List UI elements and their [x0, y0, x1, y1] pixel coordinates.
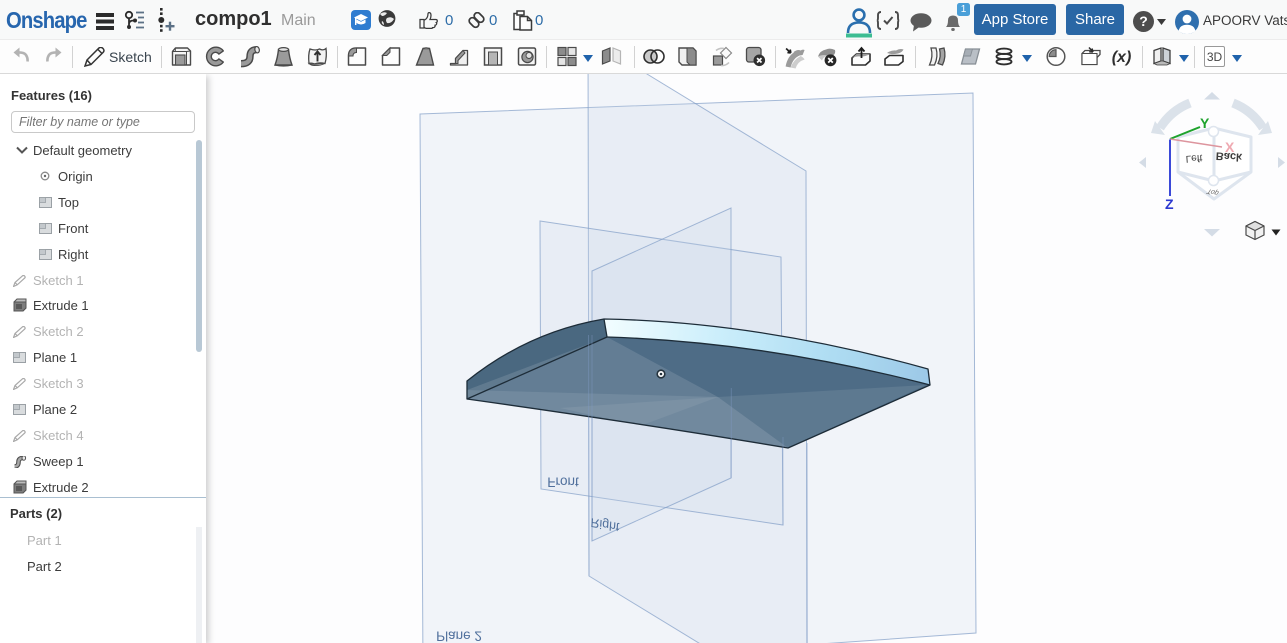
svg-text:Y: Y	[1200, 115, 1210, 131]
svg-text:Z: Z	[1165, 196, 1174, 212]
svg-text:Front: Front	[547, 474, 579, 489]
svg-text:X: X	[1225, 139, 1235, 155]
svg-text:Plane 2: Plane 2	[436, 628, 482, 643]
svg-text:(x): (x)	[1112, 49, 1132, 66]
svg-text:Left: Left	[1185, 152, 1203, 164]
